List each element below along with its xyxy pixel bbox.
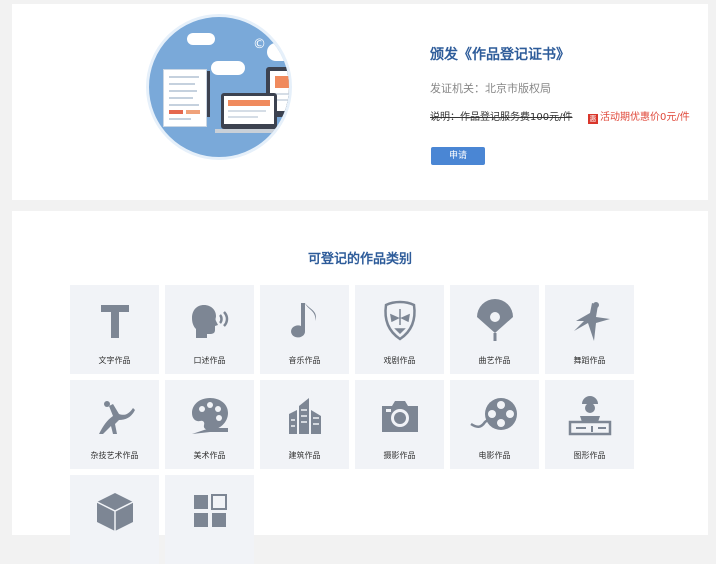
- palette-icon: [165, 394, 254, 438]
- camera-icon: [355, 394, 444, 438]
- acrobat-icon: [70, 394, 159, 438]
- category-tile-photography[interactable]: 摄影作品: [355, 380, 444, 469]
- promo-text: 活动期优惠价0元/件: [600, 112, 690, 123]
- buildings-icon: [260, 394, 349, 438]
- category-label: 美术作品: [193, 451, 226, 460]
- dancer-icon: [545, 299, 634, 343]
- category-tile-fine-art[interactable]: 美术作品: [165, 380, 254, 469]
- price-note: 说明：作品登记服务费100元/件: [430, 108, 572, 123]
- grid-blocks-icon: [165, 489, 254, 533]
- category-label: 音乐作品: [288, 356, 321, 365]
- category-tile-model[interactable]: [70, 475, 159, 564]
- category-tile-oral[interactable]: 口述作品: [165, 285, 254, 374]
- promo-icon: 惠: [588, 114, 598, 124]
- category-label: 口述作品: [193, 356, 226, 365]
- category-tile-quyi[interactable]: 曲艺作品: [450, 285, 539, 374]
- certificate-title: 颁发《作品登记证书》: [430, 47, 570, 63]
- category-tile-other[interactable]: [165, 475, 254, 564]
- apply-button[interactable]: 申请: [431, 147, 485, 165]
- category-tile-architecture[interactable]: 建筑作品: [260, 380, 349, 469]
- promo-price: 惠活动期优惠价0元/件: [588, 108, 690, 124]
- category-label: 曲艺作品: [478, 356, 511, 365]
- category-grid: 文字作品 口述作品 音乐作品 戏剧作品 曲艺作品 舞蹈作品 杂技艺术作品 美术作…: [70, 285, 634, 564]
- category-label: 杂技艺术作品: [90, 451, 139, 460]
- cube-icon: [70, 489, 159, 533]
- opera-mask-icon: [355, 299, 444, 343]
- price-note-text: 说明：作品登记服务费100元/件: [430, 112, 573, 123]
- category-tile-acrobatics[interactable]: 杂技艺术作品: [70, 380, 159, 469]
- category-tile-graphics[interactable]: 图形作品: [545, 380, 634, 469]
- category-label: 电影作品: [478, 451, 511, 460]
- film-reel-icon: [450, 394, 539, 438]
- blueprint-icon: [545, 394, 634, 438]
- music-note-icon: [260, 299, 349, 343]
- text-icon: [70, 299, 159, 343]
- category-label: 戏剧作品: [383, 356, 416, 365]
- certificate-illustration: ©: [146, 14, 292, 160]
- category-tile-text[interactable]: 文字作品: [70, 285, 159, 374]
- certificate-issuer: 发证机关：北京市版权局: [430, 82, 551, 95]
- category-label: 摄影作品: [383, 451, 416, 460]
- category-label: 舞蹈作品: [573, 356, 606, 365]
- category-label: 文字作品: [98, 356, 131, 365]
- certificate-card: [12, 4, 708, 200]
- category-tile-music[interactable]: 音乐作品: [260, 285, 349, 374]
- category-tile-film[interactable]: 电影作品: [450, 380, 539, 469]
- speaking-head-icon: [165, 299, 254, 343]
- folding-fan-icon: [450, 299, 539, 343]
- categories-title: 可登记的作品类别: [307, 252, 412, 267]
- category-tile-dance[interactable]: 舞蹈作品: [545, 285, 634, 374]
- category-label: 图形作品: [573, 451, 606, 460]
- category-label: 建筑作品: [288, 451, 321, 460]
- categories-card: 可登记的作品类别 文字作品 口述作品 音乐作品 戏剧作品 曲艺作品 舞蹈作品 杂…: [12, 211, 708, 564]
- category-tile-drama[interactable]: 戏剧作品: [355, 285, 444, 374]
